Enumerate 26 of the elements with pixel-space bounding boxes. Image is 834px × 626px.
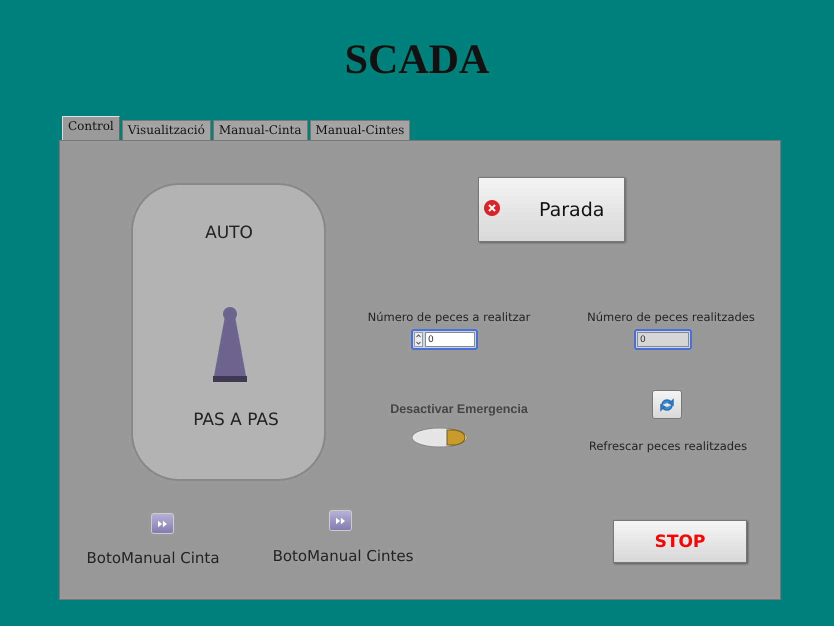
refresh-button[interactable] <box>652 390 682 419</box>
button-label: Refrescar peces realitzades <box>588 439 748 453</box>
fast-forward-icon <box>336 516 345 524</box>
fast-forward-icon <box>158 520 167 528</box>
stop-state-button[interactable]: Parada <box>478 177 625 242</box>
toggle-switch[interactable] <box>411 427 468 448</box>
close-icon <box>484 200 500 216</box>
tab[interactable]: Manual-Cinta <box>212 120 308 140</box>
app-title: SCADA <box>344 36 490 85</box>
button-label: BotoManual Cintes <box>272 547 414 565</box>
button-label: BotoManual Cinta <box>86 549 220 567</box>
switch-label: PAS A PAS <box>193 410 279 430</box>
tab[interactable]: Manual-Cintes <box>310 120 410 140</box>
toggle-lever[interactable] <box>210 306 250 384</box>
tab[interactable]: Visualització <box>122 120 211 140</box>
field-label: Número de peces a realitzar <box>368 310 530 324</box>
number-input[interactable]: 0 <box>411 329 478 350</box>
fast-forward-button[interactable] <box>151 513 174 534</box>
refresh-icon <box>659 396 675 412</box>
tab[interactable]: Control <box>62 116 120 140</box>
fast-forward-button[interactable] <box>329 510 352 531</box>
switch-label: Desactivar Emergencia <box>390 402 528 416</box>
spinner-icon[interactable] <box>414 332 423 347</box>
switch-label: AUTO <box>205 223 253 243</box>
field-label: Número de peces realitzades <box>587 310 755 324</box>
number-display: 0 <box>634 329 692 350</box>
